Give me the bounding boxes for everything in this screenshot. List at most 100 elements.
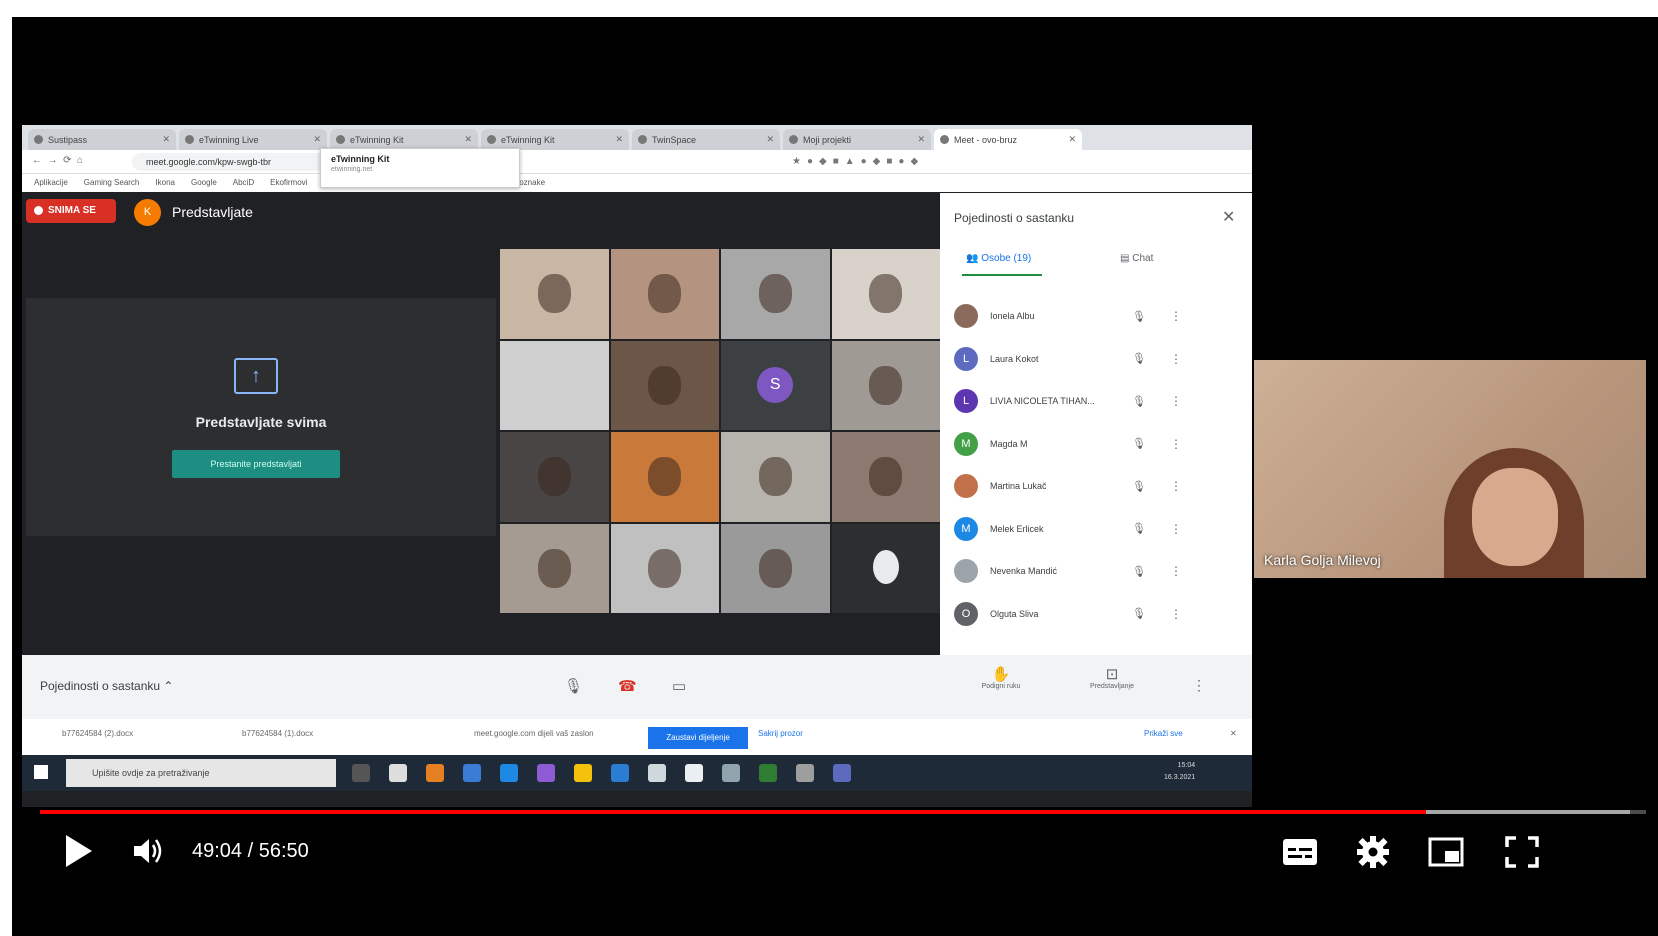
taskbar-app-icon[interactable] [833,764,851,782]
participant-row[interactable]: Martina Lukač 🎙 ⋮ [940,465,1252,507]
hang-up-icon[interactable]: ☎ [618,677,637,695]
bookmark-item[interactable]: Aplikacije [34,178,68,187]
participant-video-tile[interactable] [831,249,940,339]
participant-video-tile[interactable] [610,340,719,430]
video-player[interactable]: Sustipass ✕ eTwinning Live ✕ eTwinning Kit ✕ e… [12,17,1658,936]
taskbar-search[interactable]: Upišite ovdje za pretraživanje [66,759,336,787]
browser-tab[interactable]: eTwinning Kit ✕ [330,129,478,150]
bookmark-item[interactable]: Google [191,178,217,187]
participant-video-tile[interactable] [500,432,609,522]
more-options-icon[interactable]: ⋮ [1170,394,1182,408]
progress-bar[interactable] [40,810,1646,814]
taskbar-app-icon[interactable] [537,764,555,782]
stop-presenting-button[interactable]: Prestanite predstavljati [172,450,340,478]
more-options-icon[interactable]: ⋮ [1170,522,1182,536]
browser-tab[interactable]: eTwinning Kit ✕ [481,129,629,150]
participant-video-tile[interactable] [500,523,609,613]
close-icon[interactable]: ✕ [162,134,170,145]
tab-chat[interactable]: ▤ Chat [1120,253,1153,264]
stop-sharing-button[interactable]: Zaustavi dijeljenje [648,727,748,749]
close-icon[interactable]: ✕ [464,134,472,145]
participant-video-tile[interactable] [610,432,719,522]
taskbar-app-icon[interactable] [648,764,666,782]
participant-row[interactable]: O Olguta Sliva 🎙 ⋮ [940,593,1252,635]
raise-hand-button[interactable]: ✋ Podigni ruku [966,665,1036,690]
close-icon[interactable]: ✕ [766,134,774,145]
taskbar-app-icon[interactable] [685,764,703,782]
more-options-icon[interactable]: ⋮ [1170,309,1182,323]
more-options-icon[interactable]: ⋮ [1170,437,1182,451]
participant-video-tile[interactable] [610,523,719,613]
taskbar-app-icon[interactable] [500,764,518,782]
miniplayer-icon[interactable] [1428,835,1464,869]
close-icon[interactable]: ✕ [615,134,623,145]
present-now-button[interactable]: ⊡ Predstavljanje [1072,665,1152,690]
browser-tab[interactable]: Sustipass ✕ [28,129,176,150]
participant-name: LIVIA NICOLETA TIHAN... [990,396,1095,406]
more-options-icon[interactable]: ⋮ [1170,564,1182,578]
browser-tab[interactable]: eTwinning Live ✕ [179,129,327,150]
more-options-icon[interactable]: ⋮ [1192,677,1206,694]
participant-video-tile[interactable] [721,432,830,522]
close-icon[interactable]: ✕ [1230,729,1237,738]
fullscreen-icon[interactable] [1504,835,1540,869]
taskbar-app-icon[interactable] [796,764,814,782]
participant-video-tile[interactable] [721,523,830,613]
browser-tab-label: Meet - ovo-bruz [954,134,1018,145]
browser-tab-label: eTwinning Kit [350,134,404,145]
subtitles-icon[interactable] [1282,835,1318,869]
microphone-icon[interactable]: 🎙 [564,677,583,695]
taskbar-app-icon[interactable] [426,764,444,782]
taskbar-app-icon[interactable] [352,764,370,782]
show-all-link[interactable]: Prikaži sve [1144,729,1183,738]
participant-video-tile[interactable] [831,432,940,522]
meeting-details-panel: Pojedinosti o sastanku ✕ 👥 Osobe (19) ▤ … [940,193,1252,655]
participant-row[interactable]: L Laura Kokot 🎙 ⋮ [940,338,1252,380]
settings-icon[interactable] [1355,835,1391,869]
taskbar-app-icon[interactable] [759,764,777,782]
volume-icon[interactable] [132,836,166,866]
taskbar-app-icon[interactable] [463,764,481,782]
camera-icon[interactable]: ▭ [672,677,686,695]
bookmark-item[interactable]: Ikona [155,178,175,187]
participant-video-tile[interactable]: S [721,340,830,430]
tab-people[interactable]: 👥 Osobe (19) [966,253,1031,264]
taskbar-app-icon[interactable] [722,764,740,782]
browser-tab[interactable]: TwinSpace ✕ [632,129,780,150]
more-options-icon[interactable]: ⋮ [1170,607,1182,621]
close-icon[interactable]: ✕ [1068,134,1076,145]
download-file[interactable]: b77624584 (1).docx [242,729,313,738]
participant-row[interactable]: Nevenka Mandić 🎙 ⋮ [940,550,1252,592]
windows-start-icon[interactable] [34,765,48,779]
hide-window-link[interactable]: Sakrij prozor [758,729,803,738]
taskbar-app-icon[interactable] [389,764,407,782]
participant-row[interactable]: M Magda M 🎙 ⋮ [940,423,1252,465]
download-file[interactable]: b77624584 (2).docx [62,729,133,738]
taskbar-app-icon[interactable] [574,764,592,782]
participant-row[interactable]: M Melek Erlicek 🎙 ⋮ [940,508,1252,550]
participant-video-tile[interactable] [721,249,830,339]
more-options-icon[interactable]: ⋮ [1170,479,1182,493]
participant-row[interactable]: Ionela Albu 🎙 ⋮ [940,295,1252,337]
participant-video-tile[interactable] [831,340,940,430]
bookmark-item[interactable]: Ekofirmovi [270,178,307,187]
browser-tab[interactable]: Meet - ovo-bruz ✕ [934,129,1082,150]
browser-tab[interactable]: Moji projekti ✕ [783,129,931,150]
close-icon[interactable]: ✕ [1222,207,1235,227]
tooltip-title: eTwinning Kit [331,154,390,164]
participant-video-tile[interactable] [610,249,719,339]
taskbar-app-icon[interactable] [611,764,629,782]
bookmark-item[interactable]: AbciD [233,178,254,187]
more-options-icon[interactable]: ⋮ [1170,352,1182,366]
bookmark-item[interactable]: Gaming Search [84,178,140,187]
close-icon[interactable]: ✕ [917,134,925,145]
participant-video-tile[interactable] [831,523,940,613]
meeting-details-toggle[interactable]: Pojedinosti o sastanku ⌃ [40,679,173,693]
participant-row[interactable]: L LIVIA NICOLETA TIHAN... 🎙 ⋮ [940,380,1252,422]
participant-video-tile[interactable] [500,249,609,339]
play-icon[interactable] [64,834,94,868]
close-icon[interactable]: ✕ [313,134,321,145]
participant-video-tile[interactable] [500,340,609,430]
taskbar-clock[interactable]: 15:04 16.3.2021 [1164,760,1195,784]
mic-off-icon: 🎙 [1132,395,1146,408]
